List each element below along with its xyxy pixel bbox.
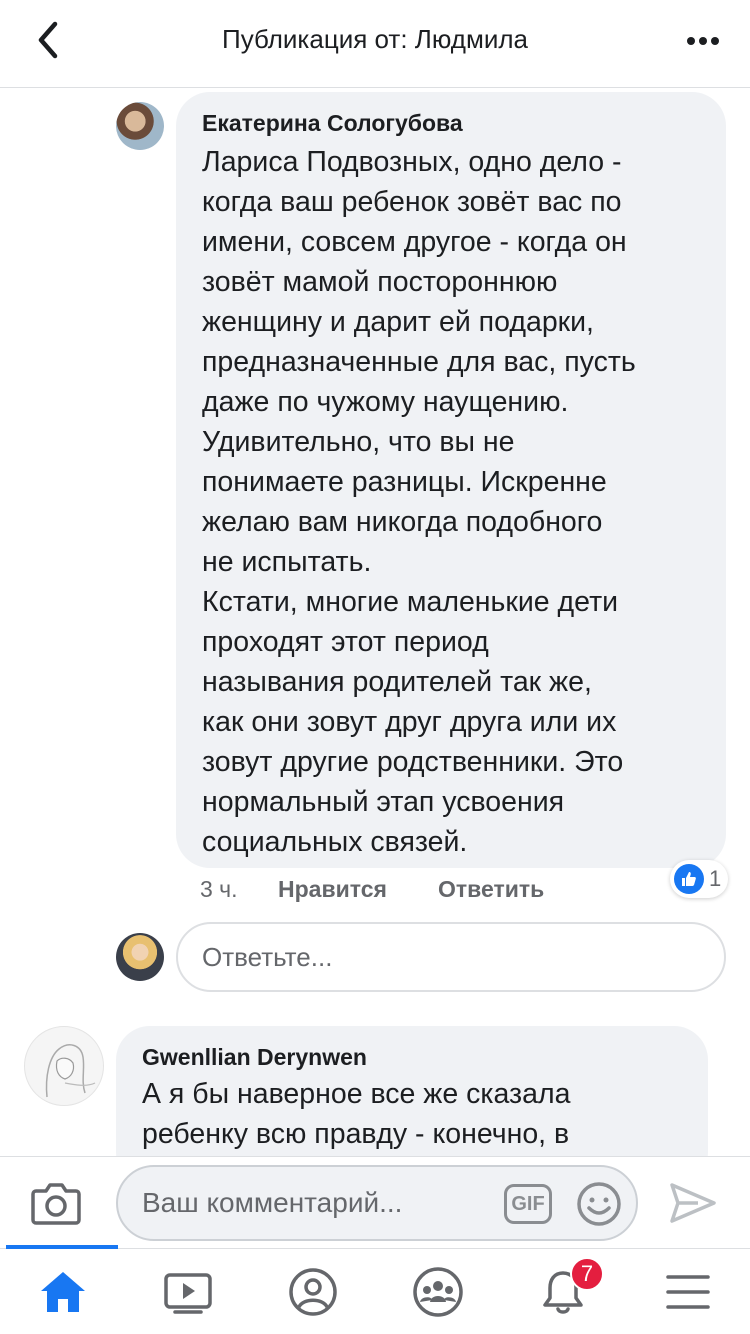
comment-composer: GIF [0, 1156, 750, 1248]
gif-button[interactable]: GIF [504, 1184, 552, 1224]
comment-author[interactable]: Екатерина Сологубова [202, 110, 463, 137]
comment-field[interactable]: GIF [116, 1165, 638, 1241]
comment-bubble[interactable]: Екатерина Сологубова Лариса Подвозных, о… [176, 92, 726, 868]
comment-text: Лариса Подвозных, одно дело - когда ваш … [202, 146, 636, 858]
current-user-avatar [116, 933, 164, 981]
comment-text: А я бы наверное все же сказала ребенку в… [142, 1078, 571, 1150]
smiley-icon [577, 1182, 621, 1226]
notifications-badge: 7 [570, 1257, 604, 1291]
send-icon [670, 1183, 716, 1223]
thumbs-up-icon [674, 864, 704, 894]
tab-notifications[interactable]: 7 [500, 1249, 625, 1334]
send-button[interactable] [668, 1179, 718, 1227]
tab-bar: 7 [0, 1245, 750, 1334]
reply-input[interactable] [178, 924, 724, 990]
avatar-sketch-icon [45, 1044, 96, 1098]
avatar[interactable] [116, 102, 164, 150]
hamburger-menu-icon [665, 1275, 710, 1309]
camera-icon [31, 1183, 81, 1225]
video-play-icon [163, 1273, 212, 1314]
comment-input[interactable] [118, 1167, 498, 1239]
emoji-button[interactable] [576, 1181, 622, 1227]
comment-author[interactable]: Gwenllian Derynwen [142, 1044, 367, 1071]
comment-time[interactable]: 3 ч. [200, 876, 238, 903]
like-button[interactable]: Нравится [278, 876, 387, 903]
page: Публикация от: Людмила Екатерина Сологуб… [0, 0, 750, 1334]
page-title: Публикация от: Людмила [222, 24, 528, 54]
reply-field[interactable] [176, 922, 726, 992]
avatar[interactable] [24, 1026, 104, 1106]
more-options-button[interactable] [678, 24, 728, 58]
tab-groups[interactable] [375, 1249, 500, 1334]
camera-button[interactable] [30, 1179, 82, 1227]
reaction-count: 1 [709, 866, 722, 891]
profile-icon [288, 1268, 337, 1316]
tab-home[interactable] [0, 1249, 125, 1334]
reaction-summary[interactable]: 1 [670, 860, 728, 898]
tab-profile[interactable] [250, 1249, 375, 1334]
tab-menu[interactable] [625, 1249, 750, 1334]
reply-button[interactable]: Ответить [438, 876, 544, 903]
header: Публикация от: Людмила [0, 0, 750, 88]
more-dots-icon [687, 37, 695, 45]
groups-icon [412, 1267, 463, 1317]
tab-watch[interactable] [125, 1249, 250, 1334]
home-icon [40, 1272, 85, 1312]
